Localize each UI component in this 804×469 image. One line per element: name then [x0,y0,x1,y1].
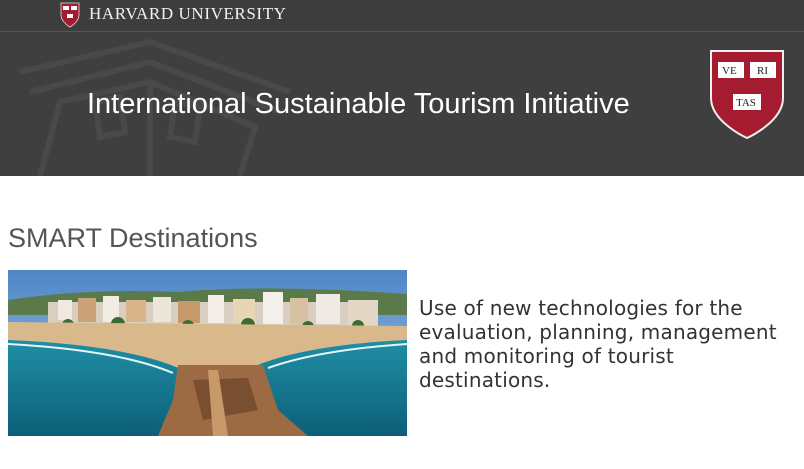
coastal-town-photo [8,270,407,436]
university-topbar: HARVARD UNIVERSITY [0,0,804,32]
harvard-shield-icon[interactable] [60,2,80,28]
section-heading: SMART Destinations [8,223,258,253]
section-description: Use of new technologies for the evaluati… [419,296,777,392]
site-banner: International Sustainable Tourism Initia… [0,32,804,176]
university-name-link[interactable]: HARVARD UNIVERSITY [89,4,287,24]
site-title: International Sustainable Tourism Initia… [87,88,630,120]
shield-labels: VE RI TAS [708,48,786,140]
shield-label-ri: RI [757,65,768,77]
shield-label-tas: TAS [736,97,756,109]
shield-label-ve: VE [722,65,737,77]
